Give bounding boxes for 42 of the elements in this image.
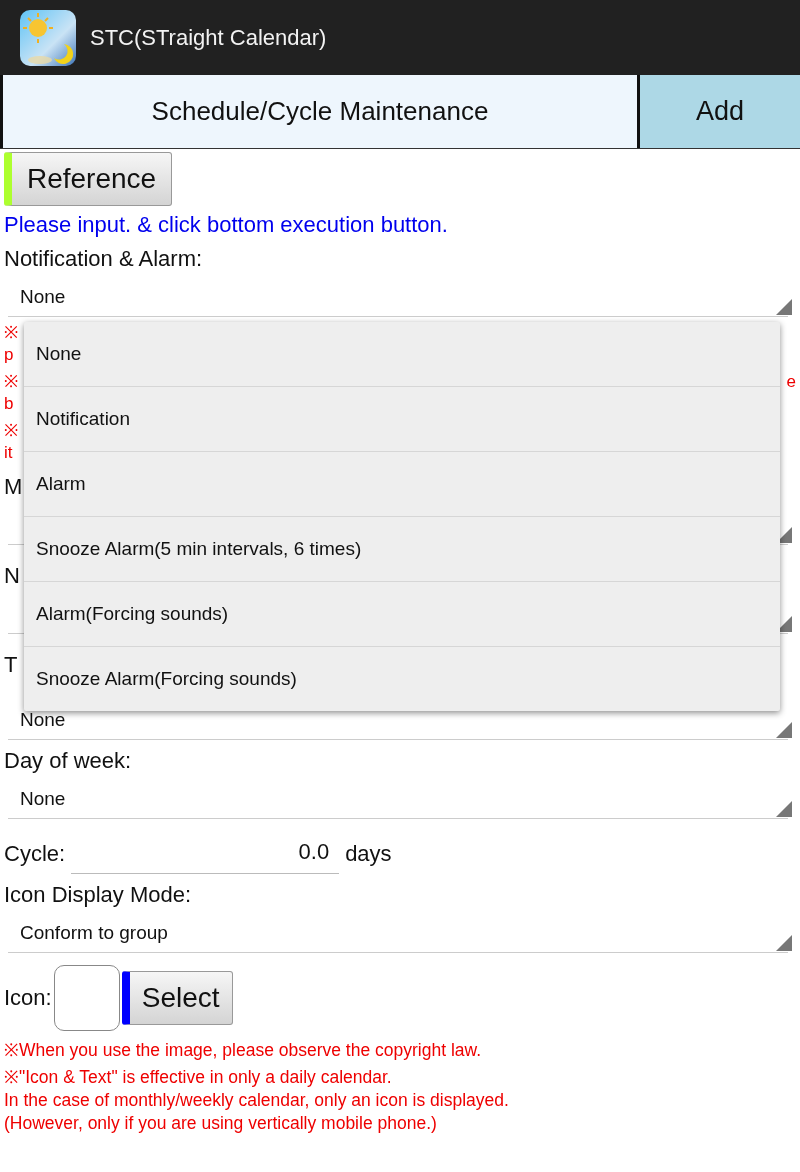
note-text: ※ [4, 420, 18, 442]
reference-button[interactable]: Reference [4, 152, 172, 206]
note-text: ※"Icon & Text" is effective in only a daily calendar. [4, 1066, 393, 1089]
note-text: ※ [4, 322, 18, 344]
menu-option[interactable]: Notification [24, 387, 780, 452]
dropdown-arrow-icon [776, 801, 792, 817]
field-label: T [4, 652, 18, 677]
cycle-field[interactable]: 0.0 [71, 833, 340, 874]
field-label: Notification & Alarm: [4, 246, 204, 272]
unit-label: days [345, 840, 392, 867]
note-text: e [786, 371, 796, 393]
note-text: b [4, 393, 14, 415]
dropdown-field[interactable]: None [8, 705, 788, 740]
dropdown-arrow-icon [776, 299, 792, 315]
dropdown-arrow-icon [776, 935, 792, 951]
note-text: ※When you use the image, please observe the copyright law. [4, 1039, 483, 1062]
dropdown-field[interactable]: None [8, 780, 788, 819]
note-text: it [4, 442, 13, 464]
field-label: Icon: [4, 985, 52, 1011]
menu-option[interactable]: Alarm [24, 452, 780, 517]
icon-preview [53, 965, 120, 1031]
screen-title: Schedule/Cycle Maintenance [0, 75, 640, 148]
menu-option[interactable]: Alarm(Forcing sounds) [24, 582, 780, 647]
field-label: N [4, 563, 20, 588]
menu-option[interactable]: None [24, 322, 780, 387]
note-text: In the case of monthly/weekly calendar, only an icon is displayed. [4, 1089, 510, 1112]
field-label: Day of week: [4, 748, 133, 774]
menu-option[interactable]: Snooze Alarm(5 min intervals, 6 times) [24, 517, 780, 582]
field-label: M [4, 474, 23, 499]
dropdown-field[interactable]: None [8, 278, 788, 317]
app-title: STC(STraight Calendar) [90, 24, 327, 51]
instruction-text: Please input. & click bottom execution button. [4, 212, 449, 238]
note-text: (However, only if you are using vertically mobile phone.) [4, 1112, 438, 1135]
select-button[interactable]: Select [121, 971, 233, 1025]
field-label: Cycle: [4, 840, 66, 867]
dropdown-field[interactable]: Conform to group [8, 914, 788, 953]
field-label: Icon Display Mode: [4, 882, 193, 908]
dropdown-arrow-icon [776, 722, 792, 738]
note-text: p [4, 344, 14, 366]
add-button[interactable]: Add [640, 75, 800, 148]
app-icon [20, 9, 76, 66]
note-text: ※ [4, 371, 18, 393]
